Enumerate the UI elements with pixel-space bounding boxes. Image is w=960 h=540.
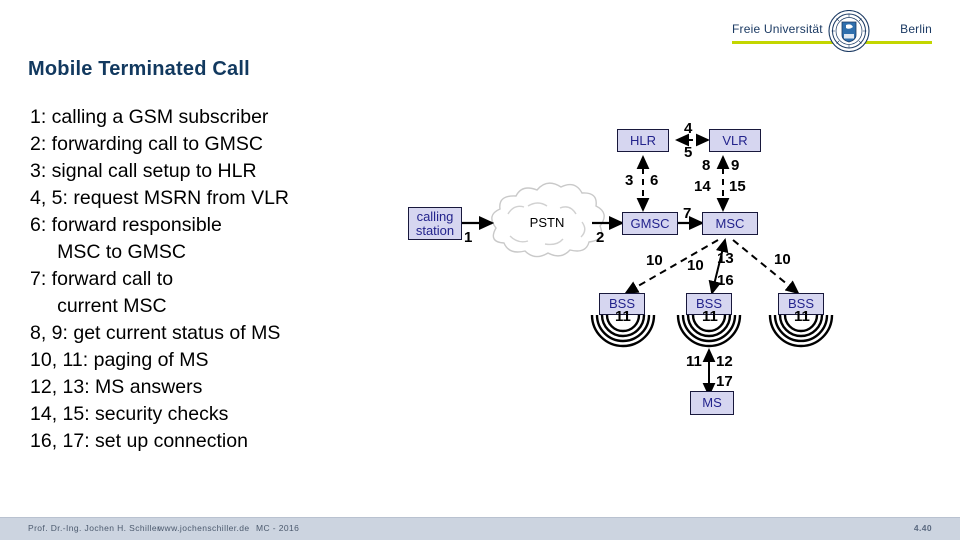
legend-item: 4, 5: request MSRN from VLR (30, 187, 290, 209)
footer-page-number: 4.40 (913, 523, 932, 533)
label-edge-13: 13 (717, 250, 734, 267)
legend-item: 8, 9: get current status of MS (30, 322, 281, 344)
network-diagram: calling station PSTN GMSC MSC HLR VLR BS… (400, 110, 960, 440)
edge-msc-to-bss-left (624, 239, 719, 294)
label-edge-15: 15 (729, 178, 746, 195)
label-edge-3: 3 (625, 172, 634, 189)
label-edge-5: 5 (684, 144, 693, 161)
vlr-label: VLR (722, 132, 748, 148)
label-edge-16: 16 (717, 272, 734, 289)
label-edge-9: 9 (731, 157, 740, 174)
logo-left-text: Freie Universität (732, 22, 823, 36)
legend-item: 2: forwarding call to GMSC (30, 133, 264, 155)
hlr-label: HLR (629, 132, 656, 148)
label-edge-6: 6 (650, 172, 659, 189)
label-edge-2: 2 (596, 229, 605, 246)
gmsc-label: GMSC (630, 215, 670, 231)
footer-author: Prof. Dr.-Ing. Jochen H. Schiller (28, 523, 161, 533)
slide-footer: Prof. Dr.-Ing. Jochen H. Schiller www.jo… (0, 517, 960, 540)
msc-label: MSC (715, 215, 745, 231)
legend-item: 1: calling a GSM subscriber (30, 106, 269, 128)
label-edge-14: 14 (694, 178, 711, 195)
label-edge-4: 4 (684, 120, 693, 137)
diagram-connectors (462, 133, 834, 397)
legend-item: 16, 17: set up connection (30, 430, 248, 452)
label-edge-10-mid: 10 (687, 257, 704, 274)
legend-list: 1: calling a GSM subscriber 2: forwardin… (30, 104, 360, 455)
node-hlr[interactable]: HLR (617, 129, 669, 152)
label-air-11-mid: 11 (702, 308, 718, 325)
university-logo: Freie Universität Berlin (732, 10, 932, 54)
node-msc[interactable]: MSC (702, 212, 758, 235)
label-edge-8: 8 (702, 157, 711, 174)
legend-item: 6: forward responsible (30, 214, 222, 236)
legend-item: MSC to GMSC (30, 241, 187, 263)
label-edge-1: 1 (464, 229, 473, 246)
footer-website[interactable]: www.jochenschiller.de (158, 523, 250, 533)
legend-item: 10, 11: paging of MS (30, 349, 209, 371)
footer-course: MC - 2016 (256, 523, 300, 533)
node-calling-station[interactable]: calling station (408, 207, 462, 240)
legend-item: 14, 15: security checks (30, 403, 229, 425)
node-vlr[interactable]: VLR (709, 129, 761, 152)
label-edge-12: 12 (716, 353, 733, 370)
ms-label: MS (702, 395, 722, 410)
label-air-11-right: 11 (794, 308, 810, 325)
node-gmsc[interactable]: GMSC (622, 212, 678, 235)
legend-item: 3: signal call setup to HLR (30, 160, 257, 182)
logo-right-text: Berlin (900, 22, 932, 36)
calling-station-label-1: calling (416, 208, 454, 224)
label-edge-10-left: 10 (646, 252, 663, 269)
node-pstn-label: PSTN (529, 215, 565, 230)
label-edge-10-right: 10 (774, 251, 791, 268)
university-seal-icon (828, 10, 870, 52)
label-edge-7: 7 (683, 205, 692, 222)
node-ms[interactable]: MS (690, 391, 734, 415)
label-edge-11-ms: 11 (686, 353, 702, 370)
label-edge-17: 17 (716, 373, 733, 390)
legend-item: 12, 13: MS answers (30, 376, 203, 398)
calling-station-label-2: station (415, 222, 455, 238)
label-air-11-left: 11 (615, 308, 631, 325)
page-title: Mobile Terminated Call (28, 58, 250, 80)
legend-item: 7: forward call to (30, 268, 174, 290)
legend-item: current MSC (30, 295, 167, 317)
